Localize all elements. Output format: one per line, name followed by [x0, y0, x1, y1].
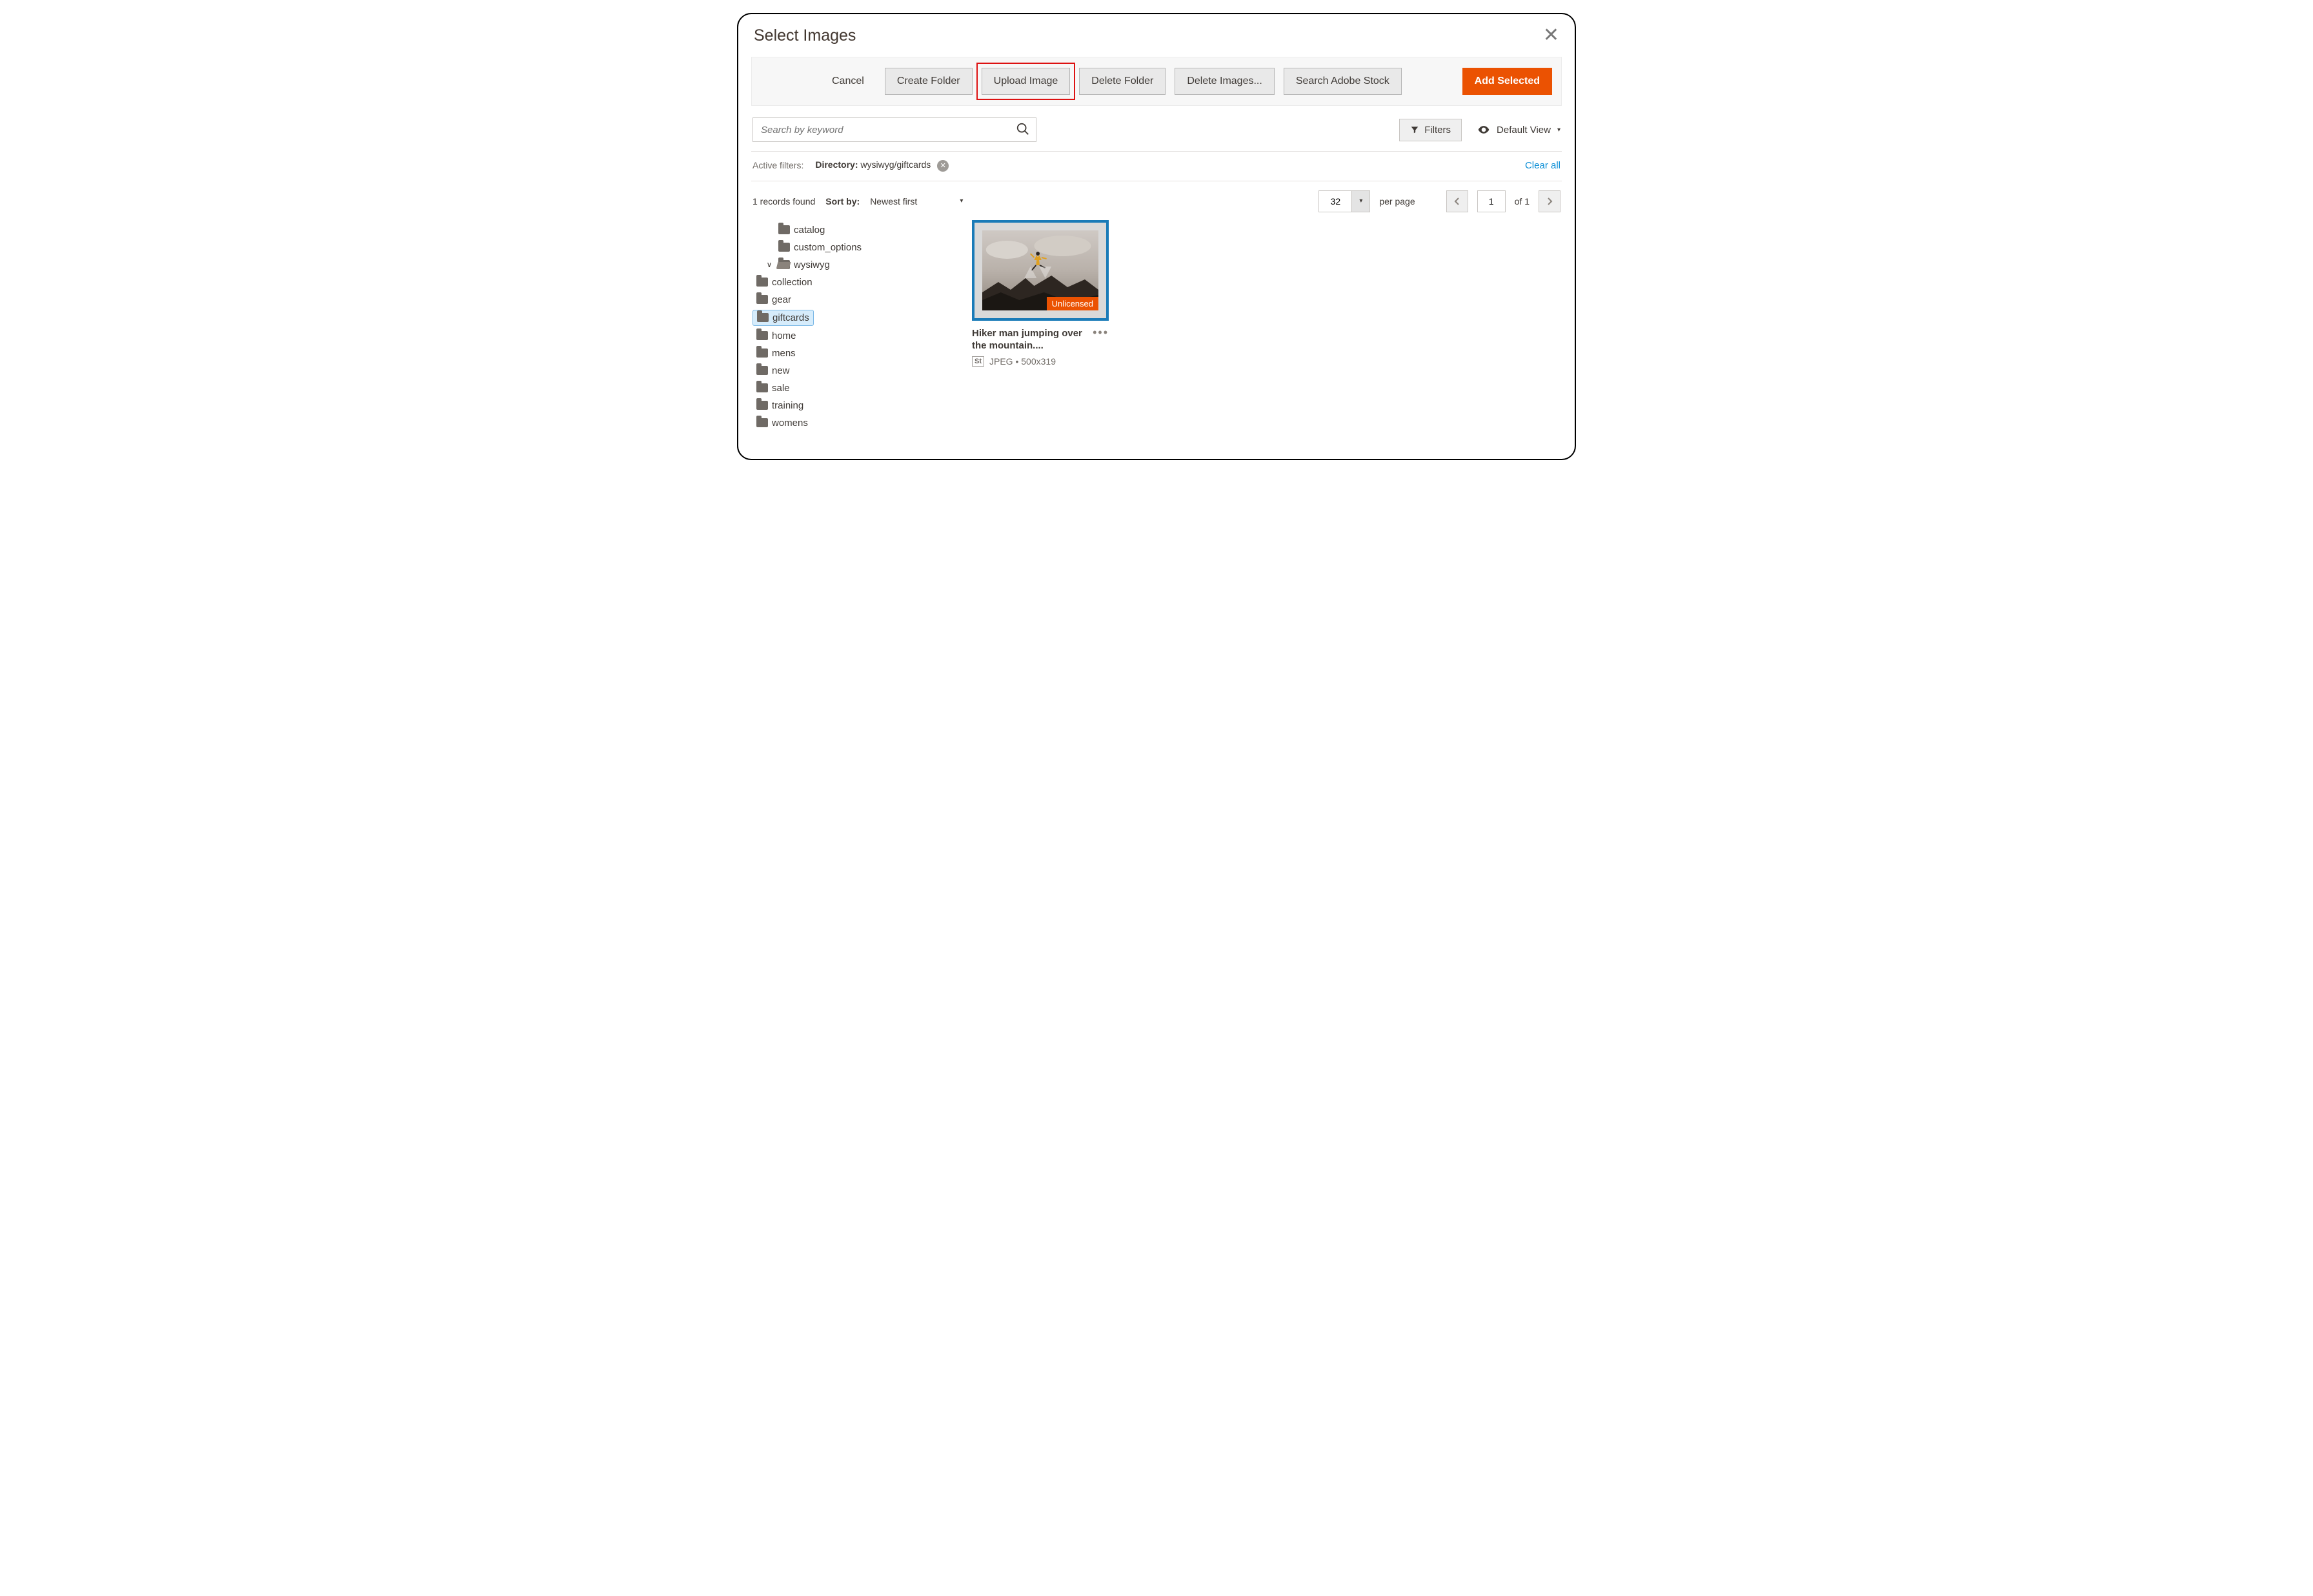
caret-down-icon: ▾ [1557, 126, 1561, 134]
folder-icon [756, 418, 768, 427]
prev-page-button[interactable] [1446, 190, 1468, 212]
page-input[interactable] [1477, 190, 1506, 212]
folder-tree: catalog custom_options ∨ wysiwyg [752, 220, 946, 433]
view-selector-label: Default View [1497, 125, 1551, 136]
close-icon[interactable]: ✕ [1543, 26, 1559, 45]
cancel-button[interactable]: Cancel [820, 68, 876, 94]
active-filters-bar: Active filters: Directory: wysiwyg/giftc… [751, 152, 1562, 178]
tree-node-new[interactable]: new [752, 363, 794, 378]
chevron-down-icon[interactable]: ∨ [765, 260, 773, 269]
tree-node-home[interactable]: home [752, 328, 800, 343]
filters-button-label: Filters [1424, 125, 1451, 136]
upload-image-button[interactable]: Upload Image [982, 68, 1071, 95]
filters-button[interactable]: Filters [1399, 119, 1462, 141]
remove-filter-icon[interactable]: ✕ [937, 160, 949, 172]
active-filter-chip: Directory: wysiwyg/giftcards ✕ [815, 159, 949, 172]
create-folder-button[interactable]: Create Folder [885, 68, 973, 95]
active-filters-label: Active filters: [752, 160, 803, 170]
folder-icon [756, 331, 768, 340]
pagination: ▾ per page of 1 [1318, 190, 1561, 212]
per-page-label: per page [1379, 196, 1415, 207]
image-meta: JPEG • 500x319 [989, 356, 1056, 367]
sort-by-select[interactable]: Newest first ▾ [870, 196, 963, 207]
delete-images-button[interactable]: Delete Images... [1175, 68, 1275, 95]
next-page-button[interactable] [1539, 190, 1561, 212]
records-found-label: 1 records found [752, 196, 815, 207]
image-gallery: Unlicensed Hiker man jumping over the mo… [972, 220, 1561, 433]
folder-icon [757, 313, 769, 322]
license-badge: Unlicensed [1047, 297, 1098, 310]
tree-node-wysiwyg[interactable]: wysiwyg [774, 258, 834, 272]
folder-open-icon [778, 260, 790, 269]
more-actions-icon[interactable]: ••• [1093, 326, 1109, 339]
modal-title: Select Images [754, 26, 856, 45]
page-of-label: of 1 [1515, 196, 1530, 207]
funnel-icon [1410, 125, 1419, 134]
per-page-input[interactable] [1318, 190, 1352, 212]
clear-all-link[interactable]: Clear all [1525, 160, 1561, 171]
action-toolbar: Cancel Create Folder Upload Image Delete… [751, 57, 1562, 106]
tree-node-gear[interactable]: gear [752, 292, 795, 307]
delete-folder-button[interactable]: Delete Folder [1079, 68, 1166, 95]
stock-badge: St [972, 356, 984, 367]
search-adobe-stock-button[interactable]: Search Adobe Stock [1284, 68, 1402, 95]
select-images-modal: Select Images ✕ Cancel Create Folder Upl… [737, 13, 1576, 460]
tree-node-mens[interactable]: mens [752, 346, 800, 361]
tree-node-collection[interactable]: collection [752, 275, 816, 290]
folder-icon [778, 243, 790, 252]
folder-icon [756, 401, 768, 410]
per-page-dropdown[interactable]: ▾ [1352, 190, 1370, 212]
folder-icon [778, 225, 790, 234]
tree-node-womens[interactable]: womens [752, 416, 812, 430]
tree-node-catalog[interactable]: catalog [774, 223, 829, 237]
image-thumbnail: Unlicensed [972, 220, 1109, 321]
tree-node-training[interactable]: training [752, 398, 807, 413]
tree-node-custom-options[interactable]: custom_options [774, 240, 865, 255]
image-card[interactable]: Unlicensed Hiker man jumping over the mo… [972, 220, 1109, 367]
sort-by-label: Sort by: [825, 196, 860, 207]
search-input[interactable] [752, 117, 1036, 142]
folder-icon [756, 295, 768, 304]
image-title: Hiker man jumping over the mountain.... [972, 327, 1083, 352]
add-selected-button[interactable]: Add Selected [1462, 68, 1552, 95]
folder-icon [756, 348, 768, 358]
search-icon[interactable] [1016, 122, 1030, 136]
tree-node-sale[interactable]: sale [752, 381, 794, 396]
folder-icon [756, 278, 768, 287]
caret-down-icon: ▾ [960, 197, 963, 205]
tree-node-giftcards[interactable]: giftcards [752, 310, 814, 326]
folder-icon [756, 366, 768, 375]
folder-icon [756, 383, 768, 392]
eye-icon [1477, 123, 1490, 136]
view-selector[interactable]: Default View ▾ [1477, 123, 1561, 136]
